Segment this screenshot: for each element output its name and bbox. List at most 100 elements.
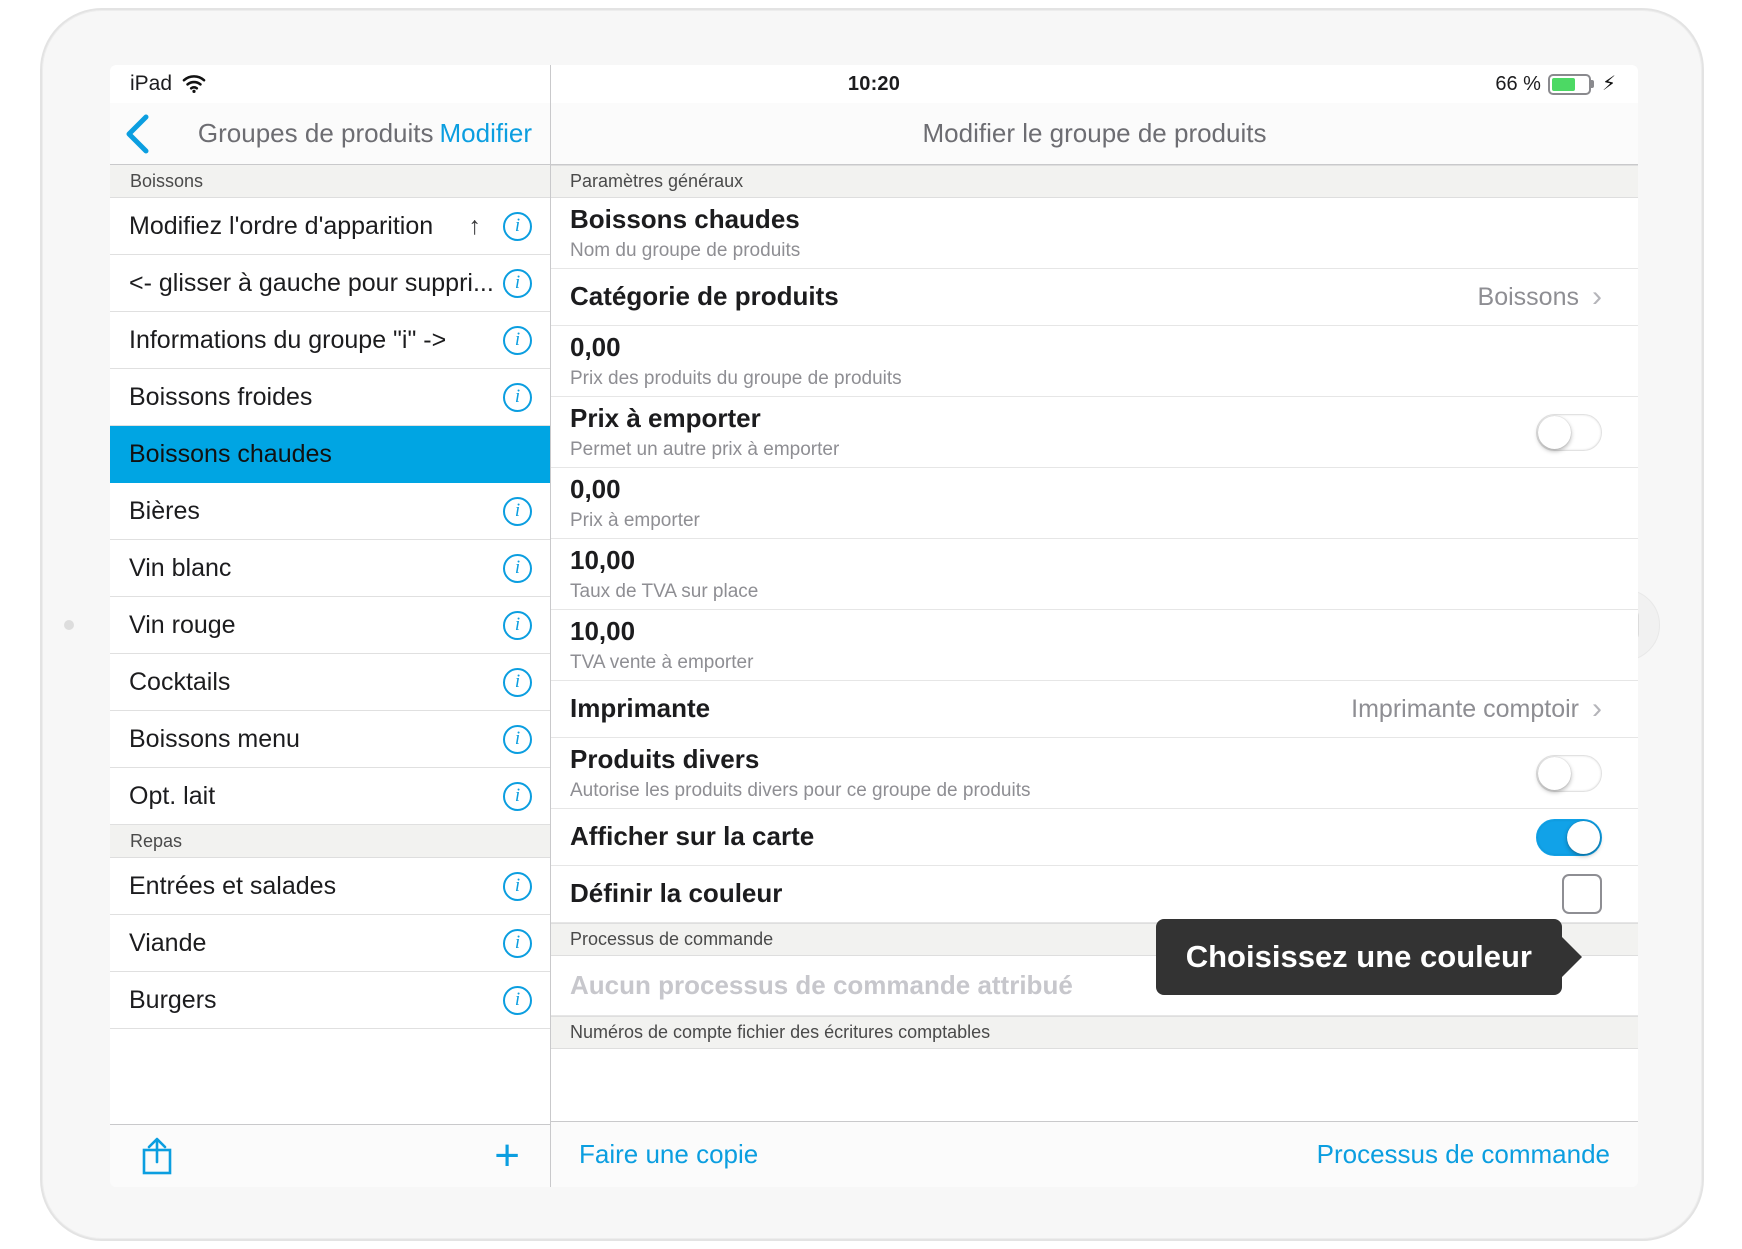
list-item-label: Opt. lait [129, 781, 216, 810]
field-label: Prix à emporter [570, 402, 761, 433]
list-item[interactable]: <- glisser à gauche pour suppri... i [110, 255, 550, 312]
field-caption: Autorise les produits divers pour ce gro… [570, 780, 1031, 802]
list-item[interactable]: Burgers i [110, 972, 550, 1029]
sidebar-toolbar: + [110, 1124, 550, 1187]
list-item[interactable]: Viande i [110, 915, 550, 972]
color-tooltip: Choisissez une couleur [1155, 919, 1562, 995]
field-value: 10,00 [570, 544, 636, 575]
list-item[interactable]: Vin rouge i [110, 597, 550, 654]
list-item-label: Vin rouge [129, 610, 236, 639]
list-item[interactable]: Modifiez l'ordre d'apparition ↑ i [110, 198, 550, 255]
field-takeaway-price[interactable]: 0,00 Prix à emporter [551, 468, 1638, 539]
section-header-boissons: Boissons [110, 165, 550, 198]
toggle-knob [1567, 820, 1600, 854]
info-icon[interactable]: i [503, 871, 532, 901]
product-group-list[interactable]: Boissons Modifiez l'ordre d'apparition ↑… [110, 165, 550, 1124]
color-swatch-button[interactable] [1562, 874, 1602, 914]
field-caption: Taux de TVA sur place [570, 581, 759, 603]
list-item-label: Vin blanc [129, 553, 232, 582]
field-caption: TVA vente à emporter [570, 652, 754, 674]
order-process-button[interactable]: Processus de commande [1317, 1139, 1610, 1170]
info-icon[interactable]: i [503, 610, 532, 640]
detail-title: Modifier le groupe de produits [551, 103, 1638, 165]
toggle-show-on-menu[interactable] [1536, 818, 1602, 856]
sidebar-panel: Groupes de produits Modifier Boissons Mo… [110, 65, 551, 1187]
info-icon[interactable]: i [503, 781, 532, 811]
field-caption: Nom du groupe de produits [570, 240, 801, 262]
screenshot-root: Groupes de produits Modifier Boissons Mo… [0, 0, 1742, 1249]
field-product-category[interactable]: Catégorie de produits Boissons › [551, 269, 1638, 326]
field-vat-onsite[interactable]: 10,00 Taux de TVA sur place [551, 539, 1638, 610]
list-item-label: Boissons froides [129, 382, 313, 411]
field-product-price[interactable]: 0,00 Prix des produits du groupe de prod… [551, 326, 1638, 397]
info-icon[interactable]: i [503, 211, 532, 241]
toggle-misc-products[interactable] [1536, 754, 1602, 792]
front-camera [64, 619, 74, 630]
toggle-knob [1538, 415, 1571, 449]
field-vat-takeaway[interactable]: 10,00 TVA vente à emporter [551, 610, 1638, 681]
field-group-name[interactable]: Boissons chaudes Nom du groupe de produi… [551, 198, 1638, 269]
field-value: 10,00 [570, 615, 636, 646]
field-define-color[interactable]: Définir la couleur [551, 866, 1638, 923]
detail-statusbar-spacer [551, 65, 1638, 103]
chevron-right-icon[interactable]: › [1592, 694, 1602, 724]
toggle-takeaway-price[interactable] [1536, 413, 1602, 451]
field-takeaway-price-toggle[interactable]: Prix à emporter Permet un autre prix à e… [551, 397, 1638, 468]
info-icon[interactable]: i [503, 985, 532, 1015]
field-trailing-value: Boissons [1477, 282, 1579, 311]
field-caption: Prix à emporter [570, 510, 700, 532]
back-button[interactable] [124, 113, 158, 155]
detail-bottom-bar: Faire une copie Processus de commande [551, 1121, 1638, 1187]
field-caption: Permet un autre prix à emporter [570, 439, 840, 461]
field-caption: Prix des produits du groupe de produits [570, 368, 902, 390]
info-icon[interactable]: i [503, 496, 532, 526]
edit-button[interactable]: Modifier [440, 118, 532, 149]
list-item[interactable]: Boissons froides i [110, 369, 550, 426]
sidebar-navbar: Groupes de produits Modifier [110, 103, 550, 165]
info-icon[interactable]: i [503, 325, 532, 355]
info-icon[interactable]: i [503, 268, 532, 298]
list-item-label: Boissons menu [129, 724, 300, 753]
info-icon[interactable]: i [503, 724, 532, 754]
ipad-display: Groupes de produits Modifier Boissons Mo… [110, 65, 1638, 1187]
chevron-right-icon[interactable]: › [1592, 282, 1602, 312]
field-value: 0,00 [570, 473, 621, 504]
list-item-label: Burgers [129, 985, 217, 1014]
reorder-arrow-icon[interactable]: ↑ [469, 212, 482, 241]
make-copy-button[interactable]: Faire une copie [579, 1139, 758, 1170]
group-header-general: Paramètres généraux [551, 165, 1638, 198]
list-item[interactable]: Vin blanc i [110, 540, 550, 597]
info-icon[interactable]: i [503, 382, 532, 412]
list-item-label: Modifiez l'ordre d'apparition [129, 211, 434, 240]
info-icon[interactable]: i [503, 553, 532, 583]
list-item-label: Entrées et salades [129, 871, 337, 900]
info-icon[interactable]: i [503, 667, 532, 697]
section-header-repas: Repas [110, 825, 550, 858]
list-item[interactable]: Opt. lait i [110, 768, 550, 825]
list-item-label: Viande [129, 928, 207, 957]
field-trailing: Imprimante comptoir › [1351, 694, 1602, 724]
list-item[interactable]: Boissons menu i [110, 711, 550, 768]
field-label: Afficher sur la carte [570, 821, 815, 852]
info-icon[interactable]: i [503, 928, 532, 958]
list-item[interactable]: Bières i [110, 483, 550, 540]
list-item[interactable]: Entrées et salades i [110, 858, 550, 915]
field-trailing: Boissons › [1478, 282, 1602, 312]
share-icon[interactable] [140, 1136, 174, 1176]
ipad-device-frame: Groupes de produits Modifier Boissons Mo… [40, 8, 1704, 1241]
list-item[interactable]: Informations du groupe "i" -> i [110, 312, 550, 369]
toggle-knob [1538, 756, 1571, 790]
field-label: Produits divers [570, 743, 760, 774]
list-item-label: Boissons chaudes [129, 439, 332, 468]
field-trailing-value: Imprimante comptoir [1351, 694, 1579, 723]
plus-icon[interactable]: + [494, 1134, 520, 1178]
field-value: Boissons chaudes [570, 203, 800, 234]
field-label: Imprimante [570, 693, 711, 724]
list-item-label: <- glisser à gauche pour suppri... [129, 268, 494, 297]
field-show-on-menu[interactable]: Afficher sur la carte [551, 809, 1638, 866]
field-misc-products[interactable]: Produits divers Autorise les produits di… [551, 738, 1638, 809]
list-item-selected[interactable]: Boissons chaudes [110, 426, 550, 483]
field-printer[interactable]: Imprimante Imprimante comptoir › [551, 681, 1638, 738]
list-item-label: Cocktails [129, 667, 231, 696]
list-item[interactable]: Cocktails i [110, 654, 550, 711]
